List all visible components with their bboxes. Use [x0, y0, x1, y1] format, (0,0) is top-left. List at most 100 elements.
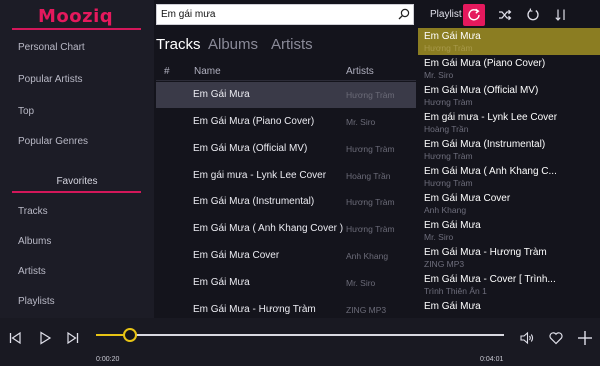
playlist-item-title: Em Gái Mưa - Cover [ Trình...	[424, 274, 556, 285]
previous-icon[interactable]	[8, 331, 22, 345]
track-title: Em Gái Mưa Cover	[193, 250, 280, 261]
current-time: 0:00:20	[96, 356, 120, 363]
search-box	[156, 4, 414, 25]
table-row[interactable]: Em Gái Mưa (Official MV) Hương Tràm	[156, 136, 416, 162]
refresh-icon	[527, 8, 539, 21]
track-artist: Mr. Siro	[346, 117, 376, 127]
refresh-button[interactable]	[522, 4, 544, 26]
add-icon[interactable]	[576, 329, 594, 347]
track-title: Em Gái Mưa - Hương Tràm	[193, 304, 316, 315]
sidebar-item-top[interactable]: Top	[18, 106, 34, 117]
logo-underline	[12, 28, 141, 30]
track-artist: Anh Khang	[346, 251, 389, 261]
track-title: Em gái mưa - Lynk Lee Cover	[193, 170, 327, 181]
track-artist: Hương Tràm	[346, 144, 395, 154]
playlist-item[interactable]: Em Gái Mưa - Cover [ Trình... Trình Thiê…	[418, 271, 600, 298]
playlist-item[interactable]: Em Gái Mưa ( Anh Khang C... Hương Tràm	[418, 163, 600, 190]
volume-icon[interactable]	[519, 330, 535, 346]
playlist-item[interactable]: Em gái mưa - Lynk Lee Cover Hoàng Trần	[418, 109, 600, 136]
playlist-item[interactable]: Em Gái Mưa (Instrumental) Hương Tràm	[418, 136, 600, 163]
heart-icon[interactable]	[548, 330, 564, 346]
track-artist: Hương Tràm	[346, 224, 395, 234]
shuffle-button[interactable]	[494, 4, 516, 26]
sidebar-item-popular-artists[interactable]: Popular Artists	[18, 74, 82, 85]
playlist-item[interactable]: Em Gái Mưa Hương Tràm	[418, 28, 600, 55]
favorites-heading: Favorites	[56, 176, 98, 187]
table-row[interactable]: Em Gái Mưa Mr. Siro	[156, 270, 416, 296]
seek-handle[interactable]	[122, 328, 137, 342]
sidebar-item-tracks[interactable]: Tracks	[18, 206, 48, 217]
sidebar-item-playlists[interactable]: Playlists	[18, 296, 55, 307]
playlist-item-artist: Mr. Siro	[424, 232, 454, 242]
favorites-underline	[12, 191, 141, 193]
playlist-item-title: Em Gái Mưa Cover	[424, 193, 511, 204]
playlist-item-artist: Mr. Siro	[424, 70, 454, 80]
playlist-item-title: Em Gái Mưa (Piano Cover)	[424, 58, 546, 69]
playlist-item-title: Em Gái Mưa	[424, 301, 481, 312]
playlist-item-title: Em Gái Mưa	[424, 31, 481, 42]
track-artist: Hương Tràm	[346, 90, 395, 100]
column-header-index[interactable]: #	[164, 66, 170, 77]
app-logo: Mooziq	[38, 6, 114, 27]
playlist-item-artist: Hoàng Trần	[424, 124, 469, 134]
playlist-item-title: Em Gái Mưa (Official MV)	[424, 85, 539, 96]
sidebar-item-albums[interactable]: Albums	[18, 236, 51, 247]
playlist-item-title: Em Gái Mưa (Instrumental)	[424, 139, 546, 150]
playlist-item[interactable]: Em Gái Mưa - Hương Tràm ZING MP3	[418, 244, 600, 271]
track-title: Em Gái Mưa	[193, 89, 250, 100]
search-input[interactable]	[161, 5, 391, 24]
playlist-list[interactable]: Em Gái Mưa Hương Tràm Em Gái Mưa (Piano …	[418, 28, 600, 318]
playlist-item-artist: ZING MP3	[424, 259, 465, 269]
playlist-item[interactable]: Em Gái Mưa	[418, 298, 600, 318]
track-artist: Mr. Siro	[346, 278, 376, 288]
playlist-item-title: Em Gái Mưa	[424, 220, 481, 231]
table-row[interactable]: Em Gái Mưa (Piano Cover) Mr. Siro	[156, 109, 416, 135]
play-icon[interactable]	[38, 331, 52, 345]
track-artist: Hoàng Trần	[346, 171, 391, 181]
sort-button[interactable]	[550, 4, 572, 26]
table-row[interactable]: Em Gái Mưa ( Anh Khang Cover ) Hương Trà…	[156, 216, 416, 242]
track-artist: Hương Tràm	[346, 197, 395, 207]
table-row[interactable]: Em Gái Mưa Hương Tràm	[156, 82, 416, 108]
track-title: Em Gái Mưa	[193, 277, 250, 288]
sidebar: Mooziq Personal Chart Popular Artists To…	[0, 0, 154, 318]
playlist-item-artist: Anh Khang	[424, 205, 467, 215]
next-icon[interactable]	[66, 331, 80, 345]
total-time: 0:04:01	[480, 356, 504, 363]
tab-artists[interactable]: Artists	[271, 36, 313, 53]
player-bar: 0:00:20 0:04:01	[0, 318, 600, 366]
sort-icon	[555, 9, 565, 21]
sidebar-item-personal-chart[interactable]: Personal Chart	[18, 42, 85, 53]
playlist-item[interactable]: Em Gái Mưa (Official MV) Hương Tràm	[418, 82, 600, 109]
playlist-item-artist: Hương Tràm	[424, 97, 473, 107]
playlist-item[interactable]: Em Gái Mưa (Piano Cover) Mr. Siro	[418, 55, 600, 82]
table-row[interactable]: Em Gái Mưa (Instrumental) Hương Tràm	[156, 189, 416, 215]
tab-tracks[interactable]: Tracks	[156, 36, 200, 53]
playlist-item[interactable]: Em Gái Mưa Mr. Siro	[418, 217, 600, 244]
playlist-item-artist: Hương Tràm	[424, 178, 473, 188]
repeat-icon	[468, 8, 480, 21]
table-row[interactable]: Em Gái Mưa - Hương Tràm ZING MP3	[156, 297, 416, 318]
shuffle-icon	[499, 9, 512, 21]
playlist-item-title: Em gái mưa - Lynk Lee Cover	[424, 112, 558, 123]
column-header-name[interactable]: Name	[194, 66, 221, 77]
table-row[interactable]: Em Gái Mưa Cover Anh Khang	[156, 243, 416, 269]
track-title: Em Gái Mưa (Official MV)	[193, 143, 308, 154]
playlist-item[interactable]: Em Gái Mưa Cover Anh Khang	[418, 190, 600, 217]
playlist-item-title: Em Gái Mưa ( Anh Khang C...	[424, 166, 557, 177]
tab-albums[interactable]: Albums	[208, 36, 258, 53]
repeat-button[interactable]	[463, 4, 485, 26]
header-divider	[156, 80, 416, 81]
track-title: Em Gái Mưa ( Anh Khang Cover )	[193, 223, 344, 234]
search-icon[interactable]	[398, 8, 410, 20]
sidebar-item-artists[interactable]: Artists	[18, 266, 46, 277]
playlist-header: Playlist	[418, 4, 600, 26]
seek-track[interactable]	[96, 334, 504, 336]
table-row[interactable]: Em gái mưa - Lynk Lee Cover Hoàng Trần	[156, 163, 416, 189]
playlist-item-artist: Hương Tràm	[424, 43, 473, 53]
track-artist: ZING MP3	[346, 305, 387, 315]
column-header-artists[interactable]: Artists	[346, 66, 374, 77]
playlist-item-artist: Hương Tràm	[424, 151, 473, 161]
sidebar-item-popular-genres[interactable]: Popular Genres	[18, 136, 88, 147]
track-title: Em Gái Mưa (Piano Cover)	[193, 116, 315, 127]
